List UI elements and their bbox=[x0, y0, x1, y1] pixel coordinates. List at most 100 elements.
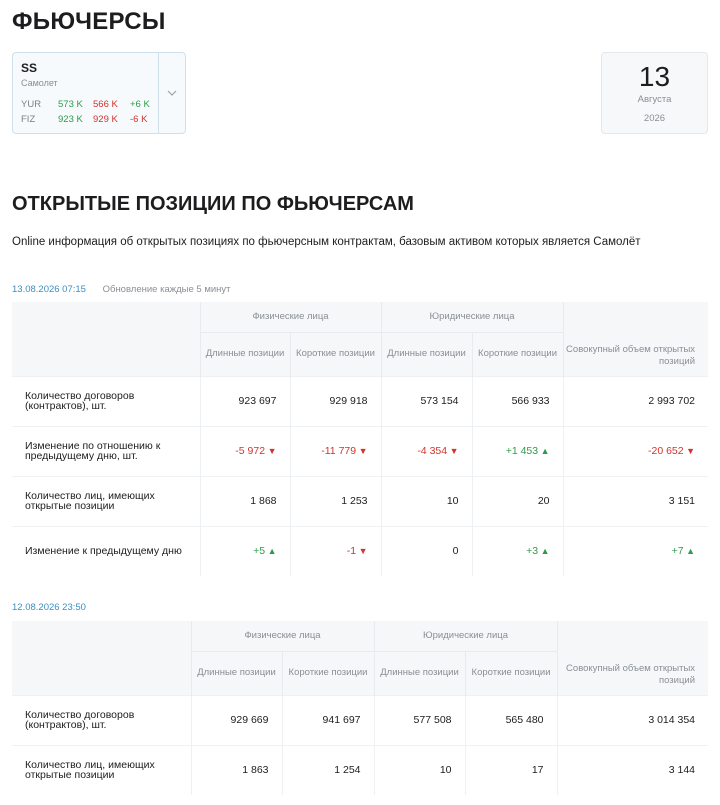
date-month: Августа bbox=[637, 94, 672, 105]
section-description: Online информация об открытых позициях п… bbox=[12, 236, 641, 248]
column-header-long: Длинные позиции bbox=[199, 331, 290, 376]
date-year: 2026 bbox=[643, 113, 666, 124]
cell-value: +7 bbox=[671, 545, 684, 558]
table-corner bbox=[12, 621, 191, 695]
group-header-legal: Юридические лица bbox=[380, 302, 564, 332]
table-cell: -20 652 ▼ bbox=[562, 425, 709, 476]
cell-value: 1 863 bbox=[242, 764, 269, 777]
arrow-down-icon: ▼ bbox=[683, 446, 696, 456]
table-cell: 929 918 bbox=[289, 375, 382, 426]
update-note: Обновление каждые 5 минут bbox=[102, 284, 231, 295]
cell-value: 0 bbox=[452, 545, 459, 558]
table-cell: 3 144 bbox=[556, 744, 709, 795]
cell-value: -11 779 bbox=[321, 445, 357, 457]
table-cell: +1 453 ▲ bbox=[471, 425, 564, 476]
ticker-summary[interactable]: SS Самолет YUR 573 K 566 K +6 K FIZ 923 … bbox=[13, 53, 159, 133]
ticker-dropdown-button[interactable] bbox=[159, 53, 185, 133]
group-header-legal: Юридические лица bbox=[373, 621, 558, 651]
cell-value: +5 bbox=[253, 545, 266, 558]
ticker-long-value: 573 K bbox=[58, 99, 83, 110]
ticker-short-value: 566 K bbox=[93, 99, 118, 110]
table-cell: +7 ▲ bbox=[562, 525, 709, 576]
table-cell: 1 863 bbox=[190, 744, 282, 795]
cell-value: 929 918 bbox=[329, 395, 368, 407]
cell-value: -4 354 bbox=[417, 445, 448, 457]
table-cell: 3 014 354 bbox=[556, 694, 709, 745]
column-header-short: Короткие позиции bbox=[471, 331, 564, 376]
ticker-selector[interactable]: SS Самолет YUR 573 K 566 K +6 K FIZ 923 … bbox=[12, 52, 186, 134]
update-timestamp: 13.08.2026 07:15 bbox=[12, 284, 86, 295]
table-cell: 941 697 bbox=[281, 694, 375, 745]
ticker-code: SS bbox=[21, 61, 38, 75]
cell-value: 10 bbox=[439, 764, 452, 777]
table-corner bbox=[12, 302, 200, 376]
row-label: Изменение по отношению к предыдущему дню… bbox=[12, 425, 200, 476]
cell-value: 3 144 bbox=[668, 764, 696, 777]
positions-table-current: Физические лица Юридические лица Совокуп… bbox=[12, 302, 709, 576]
cell-value: 929 669 bbox=[230, 714, 269, 726]
table-cell: 923 697 bbox=[199, 375, 290, 426]
cell-value: 1 253 bbox=[341, 495, 368, 507]
cell-value: 17 bbox=[531, 764, 544, 777]
row-label: Количество лиц, имеющих открытые позиции bbox=[12, 475, 200, 526]
table1-timestamp-bar: 13.08.2026 07:15 Обновление каждые 5 мин… bbox=[12, 284, 231, 295]
table-row: Количество лиц, имеющих открытые позиции… bbox=[12, 475, 709, 526]
table-cell: +5 ▲ bbox=[199, 525, 290, 576]
cell-value: 577 508 bbox=[413, 714, 452, 726]
table-cell: 1 868 bbox=[199, 475, 290, 526]
chevron-down-icon bbox=[167, 90, 177, 96]
cell-value: 3 014 354 bbox=[648, 714, 696, 726]
table-cell: 929 669 bbox=[190, 694, 282, 745]
table-cell: 577 508 bbox=[373, 694, 466, 745]
arrow-up-icon: ▲ bbox=[265, 546, 277, 557]
arrow-down-icon: ▼ bbox=[447, 446, 459, 456]
table-cell: 1 254 bbox=[281, 744, 375, 795]
ticker-row-label: FIZ bbox=[21, 114, 36, 125]
cell-value: +1 453 bbox=[505, 445, 539, 457]
table-row: Изменение к предыдущему дню +5 ▲ -1 ▼ 0 +3 ▲… bbox=[12, 525, 709, 576]
cell-value: -1 bbox=[346, 545, 357, 558]
date-day: 13 bbox=[638, 61, 671, 92]
ticker-change-value: +6 K bbox=[130, 99, 150, 110]
cell-value: 1 254 bbox=[334, 764, 361, 777]
ticker-row-yur: YUR 573 K 566 K +6 K bbox=[21, 97, 150, 112]
column-header-short: Короткие позиции bbox=[281, 650, 375, 695]
table-cell: 10 bbox=[380, 475, 473, 526]
cell-value: 1 868 bbox=[250, 495, 277, 507]
table-cell: +3 ▲ bbox=[471, 525, 564, 576]
cell-value: 2 993 702 bbox=[648, 395, 696, 407]
cell-value: 3 151 bbox=[668, 495, 696, 507]
ticker-change-value: -6 K bbox=[130, 114, 148, 125]
cell-value: 565 480 bbox=[505, 714, 544, 726]
update-timestamp: 12.08.2026 23:50 bbox=[12, 602, 86, 613]
row-label: Количество лиц, имеющих открытые позиции bbox=[12, 744, 191, 795]
table-cell: 17 bbox=[464, 744, 558, 795]
arrow-up-icon: ▲ bbox=[683, 546, 696, 557]
table-cell: 2 993 702 bbox=[562, 375, 709, 426]
date-card: 13 Августа 2026 bbox=[601, 52, 708, 134]
row-label: Количество договоров (контрактов), шт. bbox=[12, 375, 200, 426]
column-header-long: Длинные позиции bbox=[190, 650, 282, 695]
table-cell: 3 151 bbox=[562, 475, 709, 526]
table-row: Изменение по отношению к предыдущему дню… bbox=[12, 425, 709, 476]
section-title: ОТКРЫТЫЕ ПОЗИЦИИ ПО ФЬЮЧЕРСАМ bbox=[12, 193, 414, 215]
column-header-short: Короткие позиции bbox=[289, 331, 382, 376]
table-cell: 0 bbox=[380, 525, 473, 576]
group-header-phys: Физические лица bbox=[199, 302, 382, 332]
column-header-total: Совокупный объем открытых позиций bbox=[562, 302, 709, 376]
arrow-down-icon: ▼ bbox=[265, 446, 277, 456]
table-cell: 1 253 bbox=[289, 475, 382, 526]
table-cell: -5 972 ▼ bbox=[199, 425, 290, 476]
table-row: Количество договоров (контрактов), шт. 92… bbox=[12, 375, 709, 426]
row-label: Изменение к предыдущему дню bbox=[12, 525, 200, 576]
table-row: Количество лиц, имеющих открытые позиции… bbox=[12, 744, 709, 795]
group-header-phys: Физические лица bbox=[190, 621, 375, 651]
cell-value: 20 bbox=[537, 495, 550, 507]
positions-table-previous: Физические лица Юридические лица Совокуп… bbox=[12, 621, 709, 795]
cell-value: +3 bbox=[526, 545, 539, 558]
page-title: ФЬЮЧЕРСЫ bbox=[12, 8, 166, 35]
table-cell: 566 933 bbox=[471, 375, 564, 426]
ticker-long-value: 923 K bbox=[58, 114, 83, 125]
table-cell: 573 154 bbox=[380, 375, 473, 426]
ticker-row-fiz: FIZ 923 K 929 K -6 K bbox=[21, 112, 150, 127]
